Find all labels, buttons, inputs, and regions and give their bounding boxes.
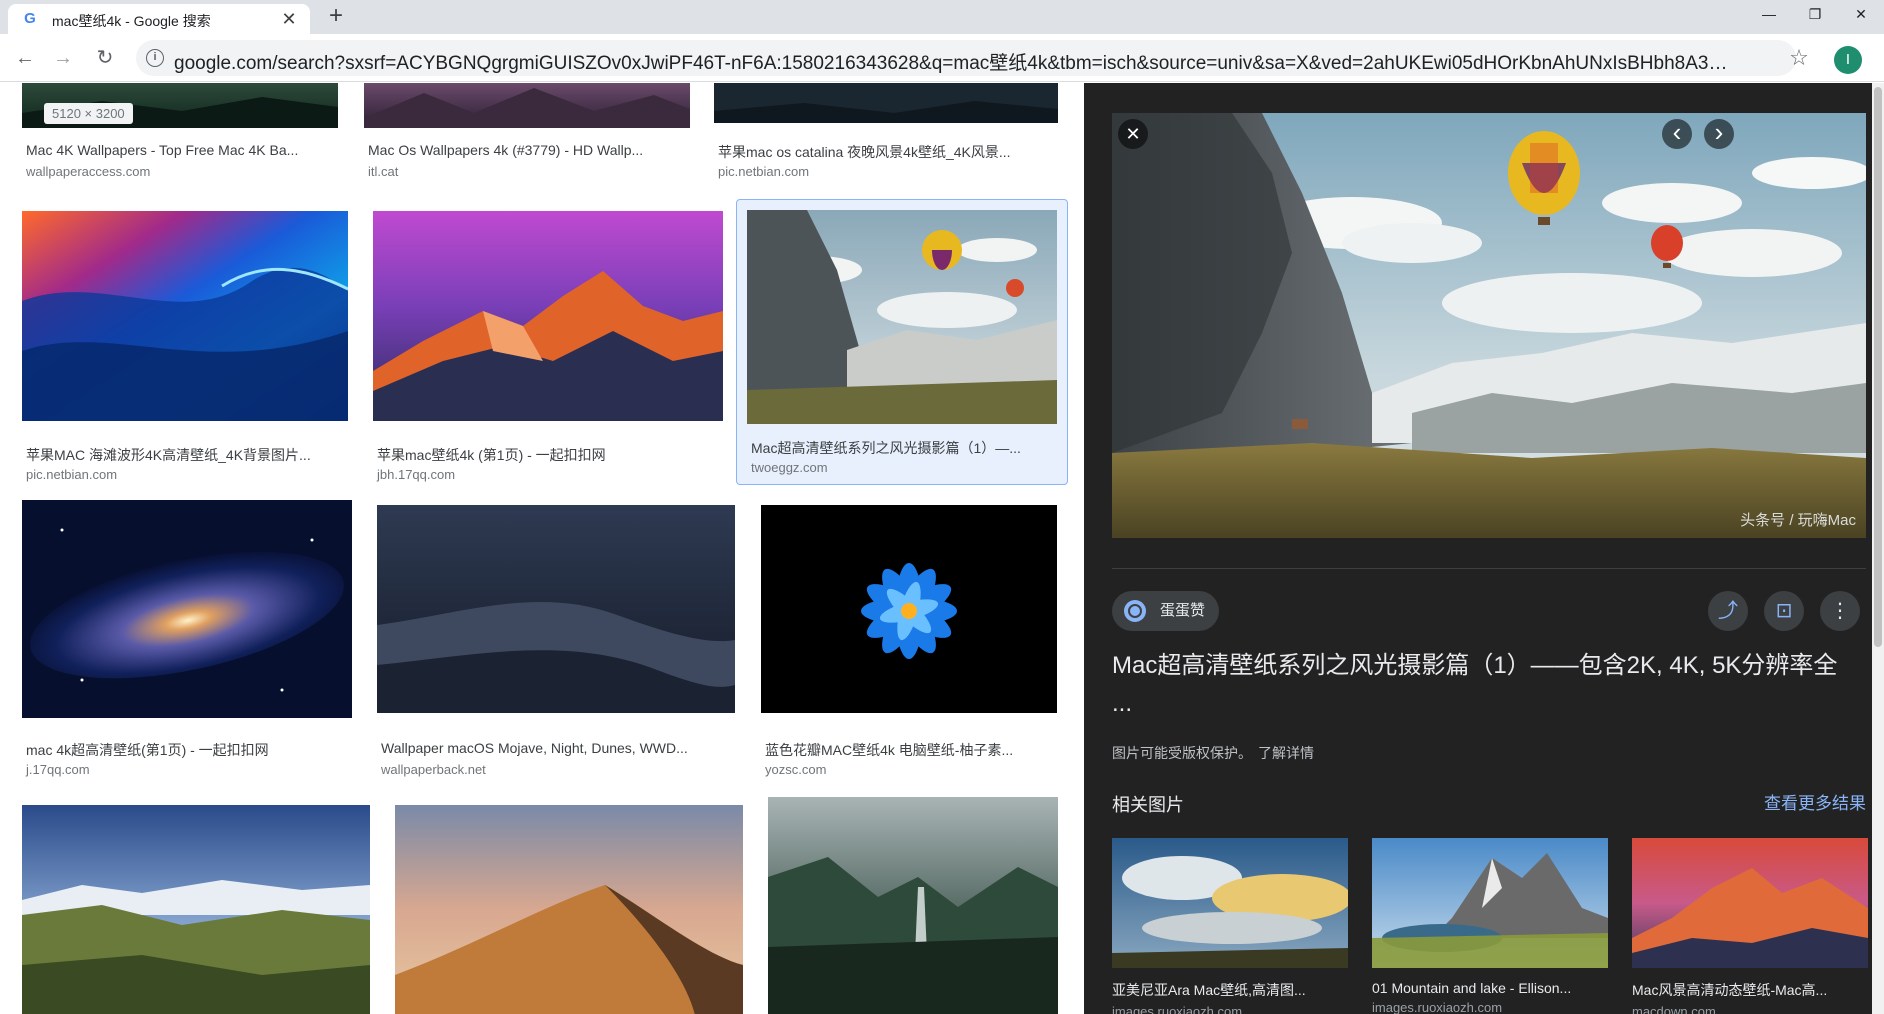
previous-image-icon[interactable]: ‹ <box>1662 119 1692 149</box>
related-thumbnail[interactable] <box>1112 838 1348 968</box>
reload-icon[interactable]: ↻ <box>90 43 120 73</box>
related-thumbnail[interactable] <box>1372 838 1608 968</box>
source-chip[interactable]: 蛋蛋赞 <box>1112 591 1220 631</box>
panel-divider <box>1112 568 1866 569</box>
result-thumbnail[interactable] <box>747 210 1057 424</box>
related-domain[interactable]: images.ruoxiaozh.com <box>1372 1000 1608 1014</box>
result-thumbnail[interactable] <box>22 805 370 1014</box>
window-close-button[interactable]: ✕ <box>1838 0 1884 30</box>
copyright-text: 图片可能受版权保护。 <box>1112 745 1252 761</box>
result-card[interactable]: 5120 × 3200 Mac 4K Wallpapers - Top Free… <box>22 83 340 183</box>
image-size-badge: 5120 × 3200 <box>44 103 133 124</box>
result-caption[interactable]: mac 4k超高清壁纸(第1页) - 一起扣扣网 <box>26 740 350 760</box>
url-text[interactable]: google.com/search?sxsrf=ACYBGNQgrgmiGUIS… <box>174 48 1734 75</box>
image-preview-panel: ✕ ‹ › 头条号 / 玩嗨Mac 蛋蛋赞 ⤴ ⊡ ⋮ Mac超高清壁纸系列之风… <box>1084 83 1872 1014</box>
preview-image[interactable]: ✕ ‹ › 头条号 / 玩嗨Mac <box>1112 113 1866 538</box>
see-more-results-link[interactable]: 查看更多结果 <box>1764 789 1866 814</box>
result-thumbnail[interactable] <box>377 505 735 713</box>
result-domain[interactable]: twoeggz.com <box>751 460 828 475</box>
result-thumbnail[interactable] <box>395 805 743 1014</box>
result-card[interactable]: mac 4k超高清壁纸(第1页) - 一起扣扣网 j.17qq.com <box>22 500 354 777</box>
google-favicon-icon: G <box>24 10 36 27</box>
result-thumbnail[interactable] <box>761 505 1057 713</box>
minimize-button[interactable]: — <box>1746 0 1792 30</box>
result-domain[interactable]: wallpaperback.net <box>381 762 486 777</box>
result-caption[interactable]: Mac 4K Wallpapers - Top Free Mac 4K Ba..… <box>26 142 336 158</box>
related-domain[interactable]: images.ruoxiaozh.com <box>1112 1004 1348 1014</box>
related-caption[interactable]: 01 Mountain and lake - Ellison... <box>1372 980 1608 996</box>
result-card[interactable]: 蓝色花瓣MAC壁纸4k 电脑壁纸-柚子素... yozsc.com <box>761 505 1061 777</box>
result-card[interactable]: 苹果MAC 海滩波形4K高清壁纸_4K背景图片... pic.netbian.c… <box>22 211 348 482</box>
result-card[interactable]: Wallpaper macOS Mojave, Night, Dunes, WW… <box>377 505 737 777</box>
result-caption[interactable]: Wallpaper macOS Mojave, Night, Dunes, WW… <box>381 740 731 756</box>
result-caption[interactable]: 苹果MAC 海滩波形4K高清壁纸_4K背景图片... <box>26 445 344 465</box>
result-domain[interactable]: pic.netbian.com <box>718 164 809 179</box>
result-card[interactable]: 苹果mac os catalina 夜晚风景4k壁纸_4K风景... pic.n… <box>714 83 1062 183</box>
related-image-card[interactable]: 01 Mountain and lake - Ellison... images… <box>1372 838 1608 1014</box>
browser-tab[interactable]: G mac壁纸4k - Google 搜索 ✕ <box>8 4 310 34</box>
preview-title[interactable]: Mac超高清壁纸系列之风光摄影篇（1）——包含2K, 4K, 5K分辨率全 ..… <box>1112 647 1852 723</box>
related-caption[interactable]: 亚美尼亚Ara Mac壁纸,高清图... <box>1112 980 1348 1000</box>
tab-close-icon[interactable]: ✕ <box>278 8 300 30</box>
source-name: 蛋蛋赞 <box>1160 602 1206 619</box>
result-thumbnail[interactable] <box>364 83 690 128</box>
globe-icon <box>1124 600 1146 622</box>
close-preview-icon[interactable]: ✕ <box>1118 119 1148 149</box>
result-domain[interactable]: itl.cat <box>368 164 398 179</box>
result-card[interactable]: Mac Os Wallpapers 4k (#3779) - HD Wallp.… <box>364 83 690 183</box>
tab-strip: G mac壁纸4k - Google 搜索 ✕ + — ❐ ✕ <box>0 0 1884 34</box>
site-info-icon[interactable]: i <box>146 49 164 67</box>
address-bar[interactable]: i google.com/search?sxsrf=ACYBGNQgrgmiGU… <box>136 40 1796 76</box>
restore-button[interactable]: ❐ <box>1792 0 1838 30</box>
result-domain[interactable]: wallpaperaccess.com <box>26 164 150 179</box>
result-card[interactable]: 苹果mac壁纸4k (第1页) - 一起扣扣网 jbh.17qq.com <box>373 211 723 482</box>
result-thumbnail[interactable] <box>22 500 352 718</box>
image-results-grid: 5120 × 3200 Mac 4K Wallpapers - Top Free… <box>0 83 1084 1014</box>
new-tab-button[interactable]: + <box>322 2 350 30</box>
result-caption[interactable]: 苹果mac壁纸4k (第1页) - 一起扣扣网 <box>377 445 719 465</box>
result-caption[interactable]: 蓝色花瓣MAC壁纸4k 电脑壁纸-柚子素... <box>765 740 1057 760</box>
back-arrow-icon[interactable]: ← <box>10 43 40 73</box>
more-options-icon[interactable]: ⋮ <box>1820 591 1860 631</box>
related-caption[interactable]: Mac风景高清动态壁纸-Mac高... <box>1632 980 1868 1000</box>
image-watermark: 头条号 / 玩嗨Mac <box>1740 512 1856 529</box>
result-caption[interactable]: Mac Os Wallpapers 4k (#3779) - HD Wallp.… <box>368 142 686 158</box>
result-card[interactable] <box>768 797 1060 1014</box>
profile-avatar[interactable]: I <box>1834 46 1862 74</box>
forward-arrow-icon[interactable]: → <box>48 43 78 73</box>
related-images-heading: 相关图片 <box>1112 795 1184 815</box>
next-image-icon[interactable]: › <box>1704 119 1734 149</box>
result-thumbnail[interactable] <box>373 211 723 421</box>
result-card[interactable] <box>22 805 370 1014</box>
page-scrollbar[interactable] <box>1872 83 1884 1014</box>
result-thumbnail[interactable] <box>714 83 1058 123</box>
result-domain[interactable]: pic.netbian.com <box>26 467 117 482</box>
related-image-card[interactable]: Mac风景高清动态壁纸-Mac高... macdown.com <box>1632 838 1868 1014</box>
share-icon[interactable]: ⤴ <box>1708 591 1748 631</box>
result-card-selected[interactable]: Mac超高清壁纸系列之风光摄影篇（1）—... twoeggz.com <box>736 199 1068 485</box>
related-image-card[interactable]: 亚美尼亚Ara Mac壁纸,高清图... images.ruoxiaozh.co… <box>1112 838 1348 1014</box>
result-domain[interactable]: jbh.17qq.com <box>377 467 455 482</box>
result-domain[interactable]: j.17qq.com <box>26 762 90 777</box>
result-thumbnail[interactable] <box>768 797 1058 1014</box>
save-bookmark-icon[interactable]: ⊡ <box>1764 591 1804 631</box>
related-thumbnail[interactable] <box>1632 838 1868 968</box>
result-caption[interactable]: 苹果mac os catalina 夜晚风景4k壁纸_4K风景... <box>718 142 1056 162</box>
learn-more-link[interactable]: 了解详情 <box>1258 745 1314 761</box>
result-domain[interactable]: yozsc.com <box>765 762 826 777</box>
tab-title: mac壁纸4k - Google 搜索 <box>52 13 211 29</box>
browser-toolbar: ← → ↻ i google.com/search?sxsrf=ACYBGNQg… <box>0 34 1884 82</box>
copyright-notice: 图片可能受版权保护。 了解详情 <box>1112 743 1314 763</box>
scrollbar-thumb[interactable] <box>1874 87 1882 647</box>
bookmark-star-icon[interactable]: ☆ <box>1786 45 1812 71</box>
related-domain[interactable]: macdown.com <box>1632 1004 1868 1014</box>
result-thumbnail[interactable] <box>22 211 348 421</box>
result-card[interactable] <box>395 805 743 1014</box>
result-caption[interactable]: Mac超高清壁纸系列之风光摄影篇（1）—... <box>751 438 1055 458</box>
